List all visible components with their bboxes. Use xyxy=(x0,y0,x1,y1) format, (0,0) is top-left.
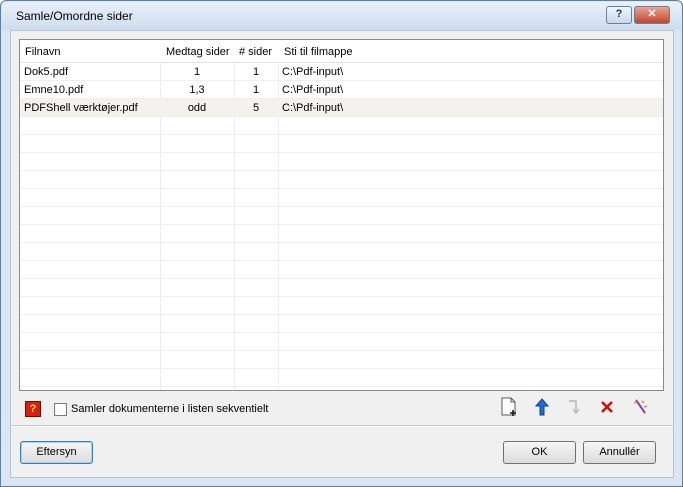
cell-page-count: 5 xyxy=(252,102,260,114)
cell-folder-path: C:\Pdf-input\ xyxy=(282,102,344,114)
cell-folder-path: C:\Pdf-input\ xyxy=(282,66,344,78)
delete-glyph xyxy=(601,401,613,413)
move-down-glyph xyxy=(569,400,580,415)
title-help-button[interactable]: ? xyxy=(606,6,632,24)
sequential-checkbox[interactable] xyxy=(54,403,67,416)
empty-row xyxy=(20,153,663,171)
table-row[interactable]: Dok5.pdf 1 1 C:\Pdf-input\ xyxy=(20,63,663,81)
divider xyxy=(11,425,673,427)
cell-include-pages: 1,3 xyxy=(189,84,205,96)
empty-row xyxy=(20,297,663,315)
empty-row xyxy=(20,369,663,387)
cell-filename: Emne10.pdf xyxy=(24,84,84,96)
cell-page-count: 1 xyxy=(252,84,260,96)
empty-row xyxy=(20,315,663,333)
cancel-button[interactable]: Annullér xyxy=(583,441,656,464)
move-down-icon[interactable] xyxy=(565,397,585,417)
empty-row xyxy=(20,189,663,207)
empty-row xyxy=(20,351,663,369)
add-document-glyph xyxy=(501,397,516,416)
empty-row xyxy=(20,279,663,297)
add-document-icon[interactable] xyxy=(499,397,519,417)
empty-row xyxy=(20,333,663,351)
dialog-window: Samle/Omordne sider ? ✕ Filnavn Medtag s… xyxy=(0,0,683,487)
empty-row xyxy=(20,171,663,189)
cell-include-pages: odd xyxy=(187,102,207,114)
table-row[interactable]: PDFShell værktøjer.pdf odd 5 C:\Pdf-inpu… xyxy=(20,99,663,117)
move-up-glyph xyxy=(534,398,550,416)
wand-glyph xyxy=(633,399,648,414)
preview-button[interactable]: Eftersyn xyxy=(20,441,93,464)
wand-icon[interactable] xyxy=(630,397,650,417)
delete-icon[interactable] xyxy=(597,397,617,417)
col-header-filename[interactable]: Filnavn xyxy=(25,46,60,58)
col-header-page-count[interactable]: # sider xyxy=(239,46,272,58)
cell-folder-path: C:\Pdf-input\ xyxy=(282,84,344,96)
cell-filename: Dok5.pdf xyxy=(24,66,69,78)
title-bar[interactable]: Samle/Omordne sider ? ✕ xyxy=(2,2,681,30)
window-title: Samle/Omordne sider xyxy=(16,9,133,23)
sequential-label[interactable]: Samler dokumenterne i listen sekventielt xyxy=(71,403,268,415)
cell-page-count: 1 xyxy=(252,66,260,78)
empty-row xyxy=(20,207,663,225)
dialog-body: Filnavn Medtag sider # sider Sti til fil… xyxy=(10,30,674,478)
empty-row xyxy=(20,225,663,243)
empty-row xyxy=(20,261,663,279)
empty-row xyxy=(20,117,663,135)
help-icon[interactable]: ? xyxy=(25,401,41,417)
empty-row xyxy=(20,243,663,261)
title-close-button[interactable]: ✕ xyxy=(634,6,670,24)
cell-include-pages: 1 xyxy=(193,66,201,78)
col-header-folder-path[interactable]: Sti til filmappe xyxy=(284,46,352,58)
move-up-icon[interactable] xyxy=(532,397,552,417)
cell-filename: PDFShell værktøjer.pdf xyxy=(24,102,138,114)
ok-button[interactable]: OK xyxy=(503,441,576,464)
list-header: Filnavn Medtag sider # sider Sti til fil… xyxy=(20,40,663,63)
empty-row xyxy=(20,135,663,153)
file-list[interactable]: Filnavn Medtag sider # sider Sti til fil… xyxy=(19,39,664,391)
table-row[interactable]: Emne10.pdf 1,3 1 C:\Pdf-input\ xyxy=(20,81,663,99)
col-header-include-pages[interactable]: Medtag sider xyxy=(166,46,230,58)
